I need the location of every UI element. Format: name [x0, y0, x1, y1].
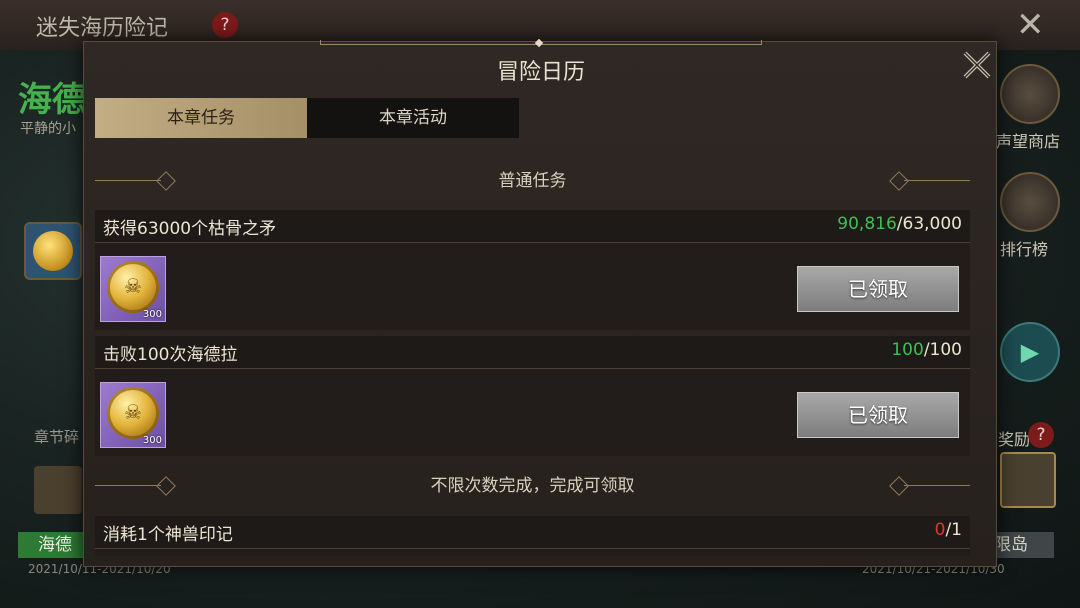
hero-name: 海德 — [18, 80, 86, 120]
progress-total: /63,000 — [896, 214, 962, 234]
progress-total: /1 — [945, 520, 962, 540]
reward-item[interactable]: ☠ 300 — [100, 382, 166, 448]
progress-current: 100 — [891, 340, 924, 360]
task-progress: 100/100 — [891, 340, 962, 360]
adventure-calendar-dialog: 冒险日历 本章任务 本章活动 普通任务 获得63000个枯骨之矛 90,816/… — [83, 38, 997, 567]
coin-slot[interactable] — [24, 222, 82, 280]
reward-help-icon[interactable]: ? — [1028, 422, 1054, 448]
help-icon[interactable]: ? — [212, 12, 238, 38]
claimed-button[interactable]: 已领取 — [797, 266, 959, 312]
section-divider-normal: 普通任务 — [95, 169, 970, 193]
play-icon[interactable]: ▶ — [1000, 322, 1060, 382]
hero-subtitle: 平静的小 — [20, 121, 76, 137]
task-row: 消耗1个神兽印记 0/1 — [95, 516, 970, 556]
task-header: 击败100次海德拉 100/100 — [95, 336, 970, 369]
task-name: 获得63000个枯骨之矛 — [103, 219, 277, 239]
island-label[interactable]: 限岛 — [988, 532, 1054, 558]
section-title-unlimited: 不限次数完成，完成可领取 — [430, 476, 635, 496]
background-title: 迷失海历险记 — [36, 16, 169, 41]
task-progress: 90,816/63,000 — [837, 214, 962, 234]
skull-icon: ☠ — [124, 274, 142, 298]
reward-item[interactable]: ☠ 300 — [100, 256, 166, 322]
task-row: 击败100次海德拉 100/100 ☠ 300 已领取 — [95, 336, 970, 456]
task-name: 击败100次海德拉 — [103, 345, 238, 365]
task-header: 获得63000个枯骨之矛 90,816/63,000 — [95, 210, 970, 243]
task-row: 获得63000个枯骨之矛 90,816/63,000 ☠ 300 已领取 — [95, 210, 970, 330]
chapter-fragment-label: 章节碎 — [34, 428, 80, 446]
tab-bar: 本章任务 本章活动 — [95, 98, 519, 138]
leaderboard-label: 排行榜 — [1000, 240, 1049, 259]
divider-line — [904, 180, 970, 181]
skull-icon: ☠ — [124, 400, 142, 424]
chapter-item-icon[interactable] — [34, 466, 82, 514]
reputation-shop-icon[interactable] — [1000, 64, 1060, 124]
tab-chapter-tasks[interactable]: 本章任务 — [95, 98, 307, 138]
task-progress: 0/1 — [935, 520, 962, 540]
trophy-icon[interactable] — [1000, 172, 1060, 232]
claimed-button[interactable]: 已领取 — [797, 392, 959, 438]
reward-chest-icon[interactable] — [1000, 452, 1056, 508]
tab-chapter-events[interactable]: 本章活动 — [307, 98, 519, 138]
reward-label: 奖励 — [998, 430, 1031, 449]
reward-quantity: 300 — [142, 435, 162, 446]
section-title-normal: 普通任务 — [498, 171, 567, 191]
progress-current: 90,816 — [837, 214, 897, 234]
dialog-title: 冒险日历 — [496, 60, 585, 85]
divider-line — [904, 485, 970, 486]
task-header: 消耗1个神兽印记 0/1 — [95, 516, 970, 549]
section-divider-unlimited: 不限次数完成，完成可领取 — [95, 474, 970, 498]
reward-quantity: 300 — [142, 309, 162, 320]
task-name: 消耗1个神兽印记 — [103, 525, 233, 545]
background-close-icon[interactable]: ✕ — [1016, 8, 1045, 42]
reputation-shop-label: 声望商店 — [996, 132, 1061, 151]
coin-icon — [33, 231, 73, 271]
close-icon[interactable] — [960, 48, 994, 82]
progress-current: 0 — [934, 520, 946, 540]
progress-total: /100 — [923, 340, 962, 360]
